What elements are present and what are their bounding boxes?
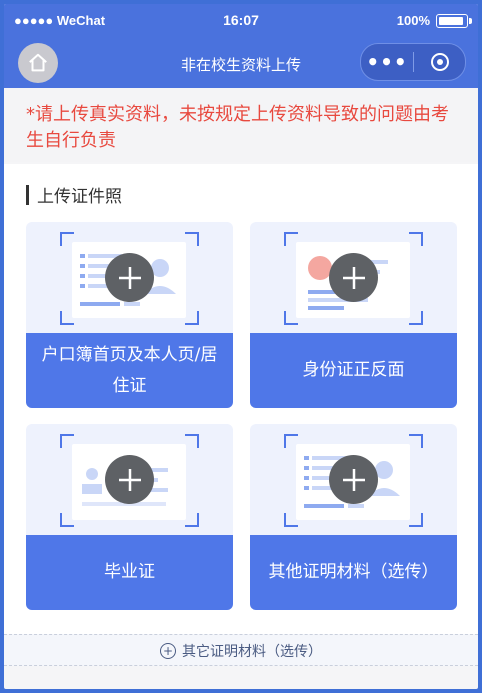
card-label: 户口簿首页及本人页/居住证 [26, 333, 233, 408]
upload-area[interactable] [26, 222, 233, 333]
notice-banner: *请上传真实资料，未按规定上传资料导致的问题由考生自行负责 [4, 88, 478, 162]
plus-icon [118, 468, 141, 491]
card-label: 毕业证 [26, 535, 233, 610]
plus-icon [342, 468, 365, 491]
section-marker [26, 184, 29, 205]
upload-card-other-documents[interactable]: 其他证明材料（选传） [250, 424, 457, 610]
upload-section: 上传证件照 户口簿首页及本人页/居住证 身份证正反面 毕业证 其他证明材料（选传… [4, 164, 478, 634]
card-label: 身份证正反面 [250, 333, 457, 408]
battery-percent: 100% [396, 13, 430, 28]
navigation-bar: 非在校生资料上传 ••• [4, 38, 478, 88]
more-button[interactable]: ••• [361, 52, 413, 72]
plus-icon [118, 266, 141, 289]
battery-icon [436, 13, 472, 28]
target-icon [430, 53, 449, 71]
notice-text: *请上传真实资料，未按规定上传资料导致的问题由考生自行负责 [26, 104, 449, 151]
phone-screen: ●●●●● WeChat 16:07 100% 非在校生资料上传 ••• *请上… [4, 4, 478, 689]
miniprogram-capsule: ••• [360, 43, 466, 81]
section-title: 上传证件照 [37, 187, 122, 207]
upload-area[interactable] [250, 424, 457, 535]
battery-status: 100% [396, 13, 472, 28]
add-photo-button[interactable] [329, 455, 378, 504]
circle-plus-icon: + [160, 643, 176, 659]
upload-area[interactable] [26, 424, 233, 535]
status-bar: ●●●●● WeChat 16:07 100% [4, 4, 478, 38]
upload-card-id-card[interactable]: 身份证正反面 [250, 222, 457, 408]
plus-icon [342, 266, 365, 289]
add-other-materials-button[interactable]: + 其它证明材料（选传） [4, 634, 478, 666]
footer-content: + 其它证明材料（选传） [4, 641, 478, 661]
upload-card-diploma[interactable]: 毕业证 [26, 424, 233, 610]
close-miniprogram-button[interactable] [414, 53, 465, 71]
add-photo-button[interactable] [105, 253, 154, 302]
footer-label: 其它证明材料（选传） [182, 644, 322, 660]
add-photo-button[interactable] [105, 455, 154, 504]
add-photo-button[interactable] [329, 253, 378, 302]
upload-area[interactable] [250, 222, 457, 333]
card-label: 其他证明材料（选传） [250, 535, 457, 610]
upload-card-household-register[interactable]: 户口簿首页及本人页/居住证 [26, 222, 233, 408]
section-header: 上传证件照 [26, 182, 122, 207]
